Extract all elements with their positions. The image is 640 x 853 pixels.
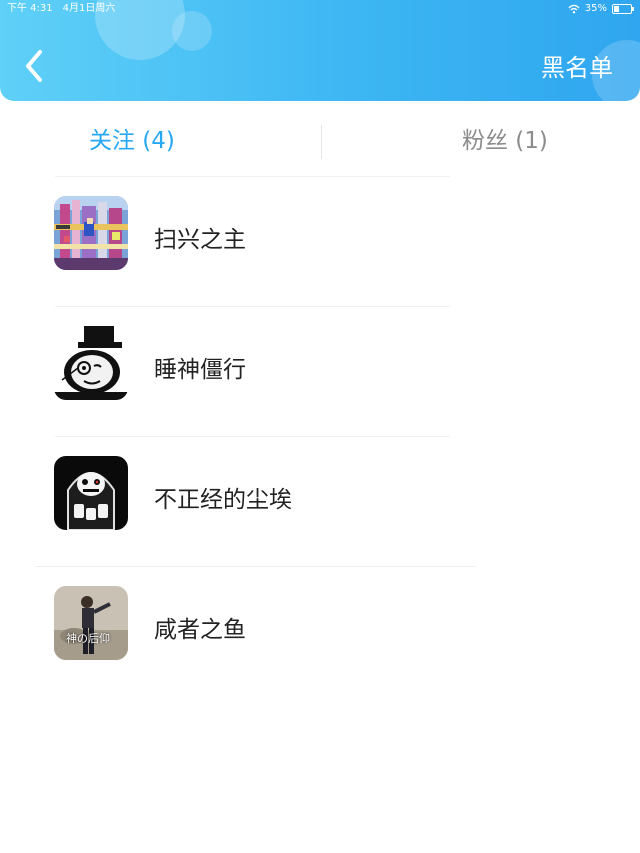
tab-following[interactable]: 关注 (4) [89,101,175,176]
blacklist-button[interactable]: 黑名单 [541,48,613,83]
photo-person-avatar: 神の后仰 [54,586,128,660]
list-item[interactable]: 不正经的尘埃 [0,437,640,567]
status-time: 下午 4:31 [7,3,53,14]
back-button[interactable] [20,46,50,86]
status-bar: 下午 4:31 4月1日周六 35% [0,0,640,18]
battery-icon [612,4,634,14]
tab-divider [321,125,322,159]
contact-name: 睡神僵行 [154,357,246,383]
tab-bar: 关注 (4) 粉丝 (1) [0,101,640,176]
wifi-icon [568,4,580,14]
contact-name: 不正经的尘埃 [154,487,292,513]
pixel-game-avatar [54,196,128,270]
list-item[interactable]: 睡神僵行 [0,307,640,437]
skeleton-hoodie-avatar [54,456,128,530]
chevron-left-icon [26,50,42,82]
top-header: 下午 4:31 4月1日周六 35% 黑名单 [0,0,640,101]
tab-followers[interactable]: 粉丝 (1) [462,101,548,176]
contact-name: 扫兴之主 [154,227,246,253]
panda-meme-avatar [54,326,128,400]
list-item[interactable]: 扫兴之主 [0,177,640,307]
contact-name: 咸者之鱼 [154,617,246,643]
list-item[interactable]: 神の后仰 咸者之鱼 [0,567,640,697]
avatar-caption: 神の后仰 [66,632,110,645]
battery-percent: 35% [584,3,607,14]
status-date: 4月1日周六 [62,3,116,14]
